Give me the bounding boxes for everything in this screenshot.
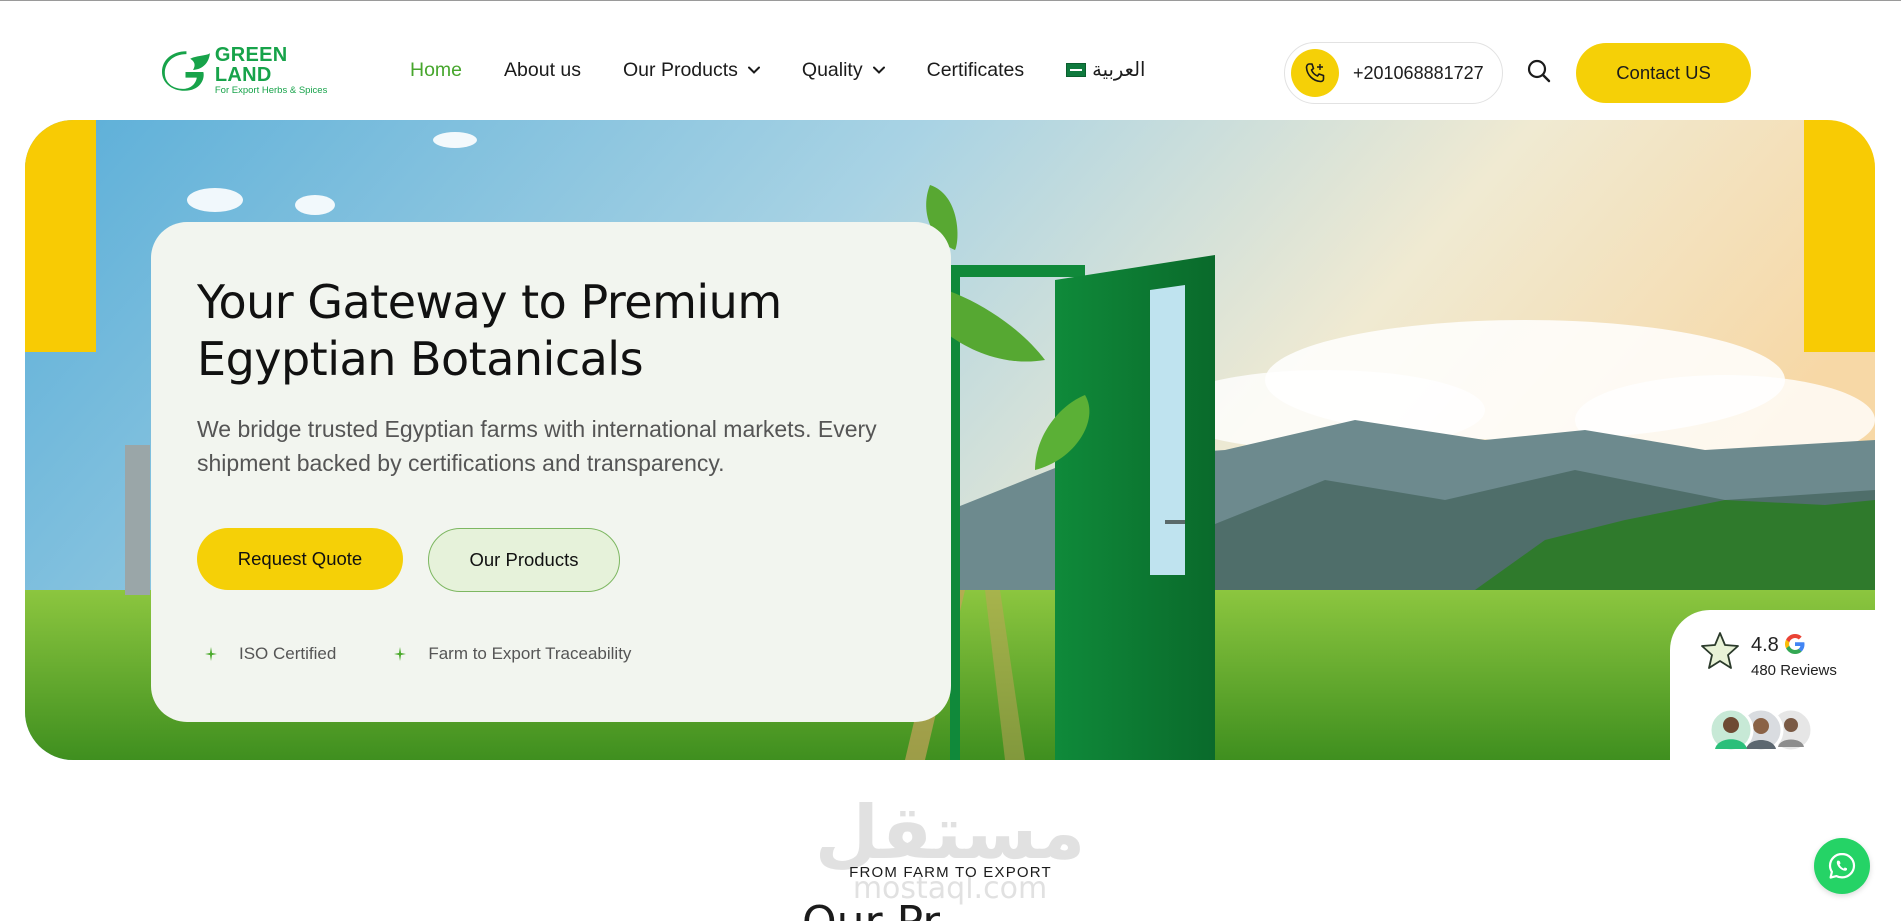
badge-label: Farm to Export Traceability: [428, 644, 632, 663]
star-icon: [1701, 632, 1739, 669]
language-switcher[interactable]: العربية: [1066, 58, 1145, 82]
sparkle-icon: [205, 647, 217, 661]
hero-content-card: Your Gateway to Premium Egyptian Botanic…: [151, 222, 951, 722]
main-nav: Home About us Our Products Quality Certi…: [410, 58, 1187, 82]
whatsapp-button[interactable]: [1814, 838, 1870, 894]
our-products-button[interactable]: Our Products: [428, 528, 620, 592]
site-header: GREEN LAND For Export Herbs & Spices Hom…: [0, 0, 1901, 120]
hero-description: We bridge trusted Egyptian farms with in…: [197, 416, 877, 476]
badge-traceability: Farm to Export Traceability: [394, 644, 631, 664]
whatsapp-icon: [1828, 852, 1856, 879]
rating-reviews: 480 Reviews: [1751, 662, 1837, 679]
google-icon: [1785, 634, 1805, 654]
rating-score: 4.8: [1751, 634, 1779, 656]
chevron-down-icon: [872, 66, 885, 74]
nav-item-certificates[interactable]: Certificates: [927, 59, 1025, 82]
nav-item-label: Our Products: [623, 58, 738, 81]
decorative-yellow-block: [25, 120, 96, 352]
nav-item-products[interactable]: Our Products: [623, 59, 760, 82]
chevron-down-icon: [747, 66, 760, 74]
language-label: العربية: [1092, 59, 1146, 81]
mostaql-watermark: مستقل mostaql.com: [820, 790, 1080, 905]
phone-icon: [1291, 49, 1339, 97]
phone-number: +201068881727: [1353, 62, 1484, 83]
nav-item-label: About us: [504, 58, 582, 81]
hero-title: Your Gateway to Premium Egyptian Botanic…: [197, 275, 782, 386]
section-title: Our Pr: [802, 901, 940, 921]
leaf-logo-icon: [162, 51, 210, 91]
saudi-flag-icon: [1066, 63, 1087, 77]
brand-wordmark: GREEN LAND For Export Herbs & Spices: [215, 45, 342, 97]
reviewer-avatars: [1708, 707, 1814, 753]
brand-name: GREEN LAND: [214, 44, 288, 86]
brand-logo[interactable]: GREEN LAND For Export Herbs & Spices: [162, 45, 342, 96]
hero-badges: ISO Certified Farm to Export Traceabilit…: [205, 644, 689, 664]
nav-item-label: Home: [410, 58, 463, 81]
brand-tagline: For Export Herbs & Spices: [214, 85, 328, 96]
search-icon[interactable]: [1526, 58, 1552, 84]
sparkle-icon: [394, 647, 407, 661]
phone-link[interactable]: +201068881727: [1284, 42, 1503, 104]
nav-item-quality[interactable]: Quality: [802, 59, 885, 82]
section-kicker: FROM FARM TO EXPORT: [849, 864, 1052, 881]
nav-item-label: Certificates: [926, 58, 1025, 81]
nav-item-about[interactable]: About us: [504, 59, 581, 82]
badge-label: ISO Certified: [239, 644, 337, 663]
contact-us-button[interactable]: Contact US: [1576, 43, 1751, 103]
decorative-yellow-block: [1804, 120, 1875, 352]
request-quote-button[interactable]: Request Quote: [197, 528, 403, 590]
badge-iso: ISO Certified: [205, 644, 336, 664]
nav-item-label: Quality: [801, 58, 863, 81]
nav-item-home[interactable]: Home: [410, 59, 462, 82]
